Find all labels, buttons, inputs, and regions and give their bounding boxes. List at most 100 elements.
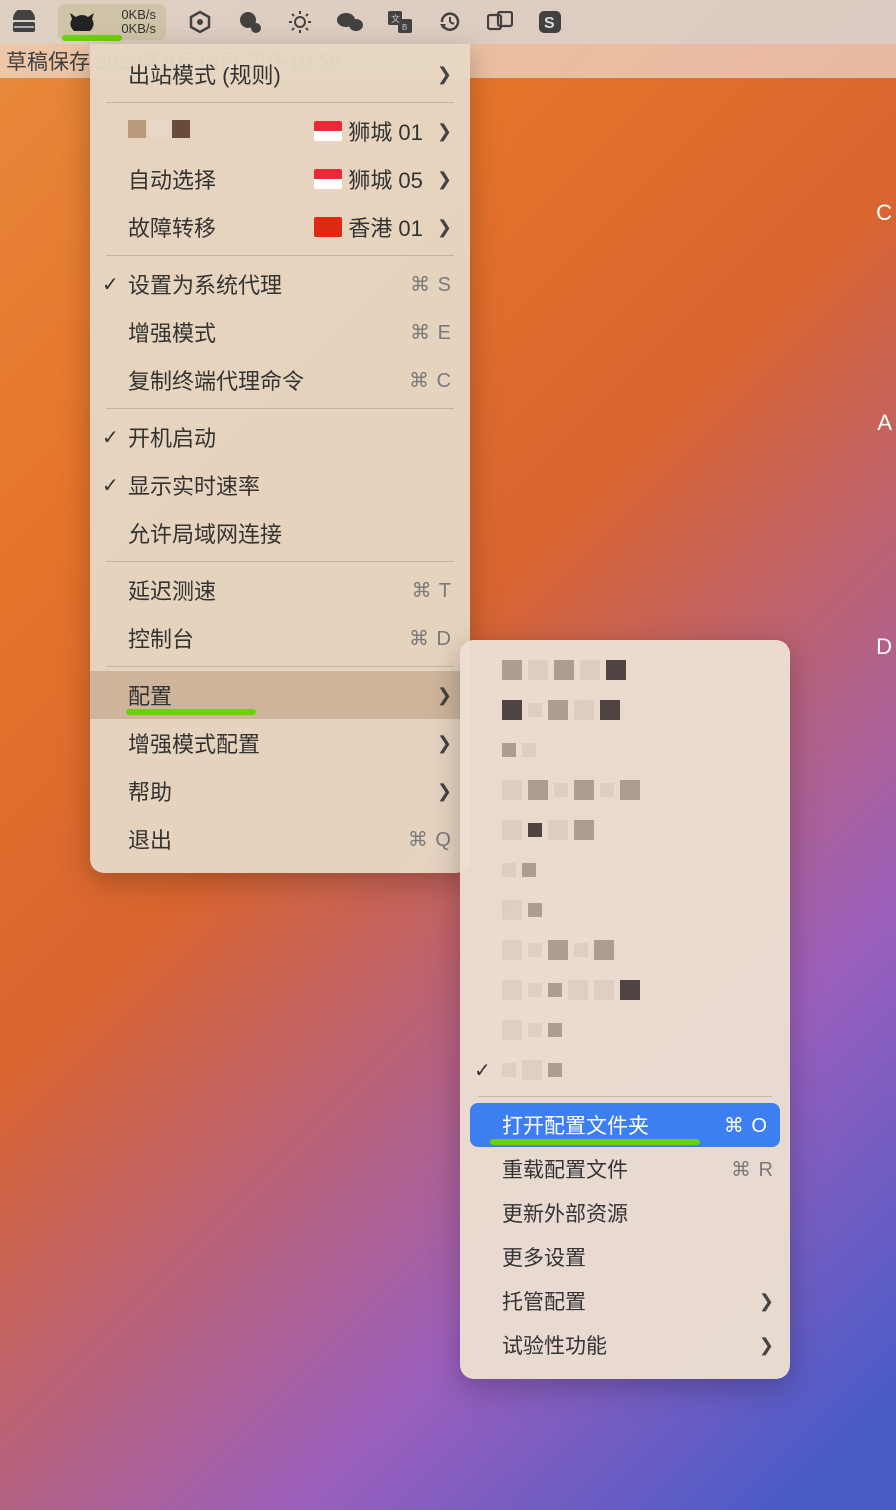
menu-label: 增强模式 bbox=[128, 316, 410, 348]
bg-widget-letter: D bbox=[876, 634, 892, 660]
submenu-arrow-icon: ❯ bbox=[437, 64, 452, 85]
node-label: 狮城 01 bbox=[348, 115, 423, 147]
bg-widget-letter: C bbox=[876, 200, 892, 226]
menu-separator bbox=[106, 255, 454, 256]
submenu-more-settings[interactable]: 更多设置 bbox=[460, 1235, 790, 1279]
config-entry-blurred[interactable] bbox=[460, 730, 790, 770]
flag-sg-icon bbox=[314, 169, 342, 189]
submenu-reload-config[interactable]: 重载配置文件 ⌘ R bbox=[460, 1147, 790, 1191]
wechat-icon[interactable] bbox=[334, 8, 366, 36]
svg-text:S: S bbox=[544, 15, 555, 32]
menu-enhance-config[interactable]: 增强模式配置 ❯ bbox=[90, 719, 470, 767]
menu-shortcut: ⌘ C bbox=[409, 368, 452, 393]
speed-up: 0KB/s bbox=[104, 8, 156, 22]
clashx-main-menu: 出站模式 (规则) ❯ 狮城 01 ❯ 自动选择 狮城 05 ❯ 故障转移 香港… bbox=[90, 44, 470, 873]
annotation-highlight bbox=[126, 709, 256, 715]
proxy-group-label: 自动选择 bbox=[128, 163, 314, 195]
menu-system-proxy[interactable]: ✓ 设置为系统代理 ⌘ S bbox=[90, 260, 470, 308]
menu-label: 重载配置文件 bbox=[502, 1154, 731, 1184]
menu-label: 控制台 bbox=[128, 622, 409, 654]
proxy-group-label: 故障转移 bbox=[128, 211, 314, 243]
menu-label: 允许局域网连接 bbox=[128, 517, 452, 549]
config-entry-blurred[interactable] bbox=[460, 890, 790, 930]
node-label: 香港 01 bbox=[348, 211, 423, 243]
menu-label: 托管配置 bbox=[502, 1286, 751, 1316]
menu-proxy-row-0[interactable]: 狮城 01 ❯ bbox=[90, 107, 470, 155]
menu-separator bbox=[106, 102, 454, 103]
submenu-experimental[interactable]: 试验性功能 ❯ bbox=[460, 1323, 790, 1367]
android-icon[interactable] bbox=[8, 8, 40, 36]
menu-autostart[interactable]: ✓ 开机启动 bbox=[90, 413, 470, 461]
menu-shortcut: ⌘ D bbox=[409, 626, 452, 651]
menu-separator bbox=[478, 1096, 772, 1097]
menu-help[interactable]: 帮助 ❯ bbox=[90, 767, 470, 815]
menu-shortcut: ⌘ E bbox=[410, 320, 452, 345]
menu-config[interactable]: 配置 ❯ bbox=[90, 671, 470, 719]
menu-label: 出站模式 (规则) bbox=[128, 58, 429, 90]
menu-label: 更多设置 bbox=[502, 1242, 774, 1272]
speed-down: 0KB/s bbox=[104, 22, 156, 36]
hexagon-icon[interactable] bbox=[184, 8, 216, 36]
sogou-icon[interactable]: S bbox=[534, 8, 566, 36]
config-entry-blurred[interactable] bbox=[460, 810, 790, 850]
menu-label: 更新外部资源 bbox=[502, 1198, 774, 1228]
translate-icon[interactable]: 文B bbox=[384, 8, 416, 36]
menu-outbound-mode[interactable]: 出站模式 (规则) ❯ bbox=[90, 50, 470, 98]
menu-separator bbox=[106, 666, 454, 667]
menu-proxy-row-2[interactable]: 故障转移 香港 01 ❯ bbox=[90, 203, 470, 251]
submenu-arrow-icon: ❯ bbox=[437, 733, 452, 754]
config-entry-blurred[interactable] bbox=[460, 690, 790, 730]
menu-separator bbox=[106, 561, 454, 562]
menu-label: 开机启动 bbox=[128, 421, 452, 453]
menu-quit[interactable]: 退出 ⌘ Q bbox=[90, 815, 470, 863]
menu-proxy-row-1[interactable]: 自动选择 狮城 05 ❯ bbox=[90, 155, 470, 203]
config-entry-blurred[interactable] bbox=[460, 850, 790, 890]
menu-show-speed[interactable]: ✓ 显示实时速率 bbox=[90, 461, 470, 509]
node-label: 狮城 05 bbox=[348, 163, 423, 195]
menu-label: 配置 bbox=[128, 679, 429, 711]
svg-text:B: B bbox=[402, 23, 407, 32]
menu-label: 增强模式配置 bbox=[128, 727, 429, 759]
flag-sg-icon bbox=[314, 121, 342, 141]
menu-label: 设置为系统代理 bbox=[128, 268, 410, 300]
bg-widget-letter: A bbox=[877, 410, 892, 436]
menu-console[interactable]: 控制台 ⌘ D bbox=[90, 614, 470, 662]
config-entry-blurred[interactable] bbox=[460, 650, 790, 690]
submenu-arrow-icon: ❯ bbox=[437, 781, 452, 802]
config-entry-blurred[interactable] bbox=[460, 930, 790, 970]
stage-manager-icon[interactable] bbox=[484, 8, 516, 36]
menu-allow-lan[interactable]: 允许局域网连接 bbox=[90, 509, 470, 557]
brightness-icon[interactable] bbox=[284, 8, 316, 36]
proxy-node: 狮城 05 bbox=[314, 163, 423, 195]
flag-hk-icon bbox=[314, 217, 342, 237]
submenu-arrow-icon: ❯ bbox=[759, 1335, 774, 1356]
config-entry-blurred[interactable] bbox=[460, 970, 790, 1010]
menu-label: 复制终端代理命令 bbox=[128, 364, 409, 396]
speed-indicator: 0KB/s 0KB/s bbox=[104, 8, 156, 36]
menu-enhance-mode[interactable]: 增强模式 ⌘ E bbox=[90, 308, 470, 356]
submenu-update-resources[interactable]: 更新外部资源 bbox=[460, 1191, 790, 1235]
config-entry-checked-blurred[interactable]: ✓ bbox=[460, 1050, 790, 1090]
menu-latency-test[interactable]: 延迟测速 ⌘ T bbox=[90, 566, 470, 614]
submenu-arrow-icon: ❯ bbox=[437, 685, 452, 706]
submenu-arrow-icon: ❯ bbox=[437, 121, 452, 142]
config-entry-blurred[interactable] bbox=[460, 770, 790, 810]
time-machine-icon[interactable] bbox=[434, 8, 466, 36]
submenu-arrow-icon: ❯ bbox=[437, 217, 452, 238]
check-icon: ✓ bbox=[102, 425, 119, 450]
submenu-open-config-folder[interactable]: 打开配置文件夹 ⌘ O bbox=[470, 1103, 780, 1147]
menu-separator bbox=[106, 408, 454, 409]
menu-shortcut: ⌘ S bbox=[410, 272, 452, 297]
globe-network-icon[interactable] bbox=[234, 8, 266, 36]
submenu-managed-config[interactable]: 托管配置 ❯ bbox=[460, 1279, 790, 1323]
check-icon: ✓ bbox=[102, 473, 119, 498]
menu-copy-shell[interactable]: 复制终端代理命令 ⌘ C bbox=[90, 356, 470, 404]
check-icon: ✓ bbox=[102, 272, 119, 297]
menu-shortcut: ⌘ R bbox=[731, 1157, 774, 1182]
check-icon: ✓ bbox=[474, 1058, 491, 1083]
clashx-menubar-item[interactable]: 0KB/s 0KB/s bbox=[58, 4, 166, 40]
config-entry-blurred[interactable] bbox=[460, 1010, 790, 1050]
submenu-arrow-icon: ❯ bbox=[437, 169, 452, 190]
menu-label: 试验性功能 bbox=[502, 1330, 751, 1360]
menu-label: 打开配置文件夹 bbox=[502, 1110, 724, 1140]
